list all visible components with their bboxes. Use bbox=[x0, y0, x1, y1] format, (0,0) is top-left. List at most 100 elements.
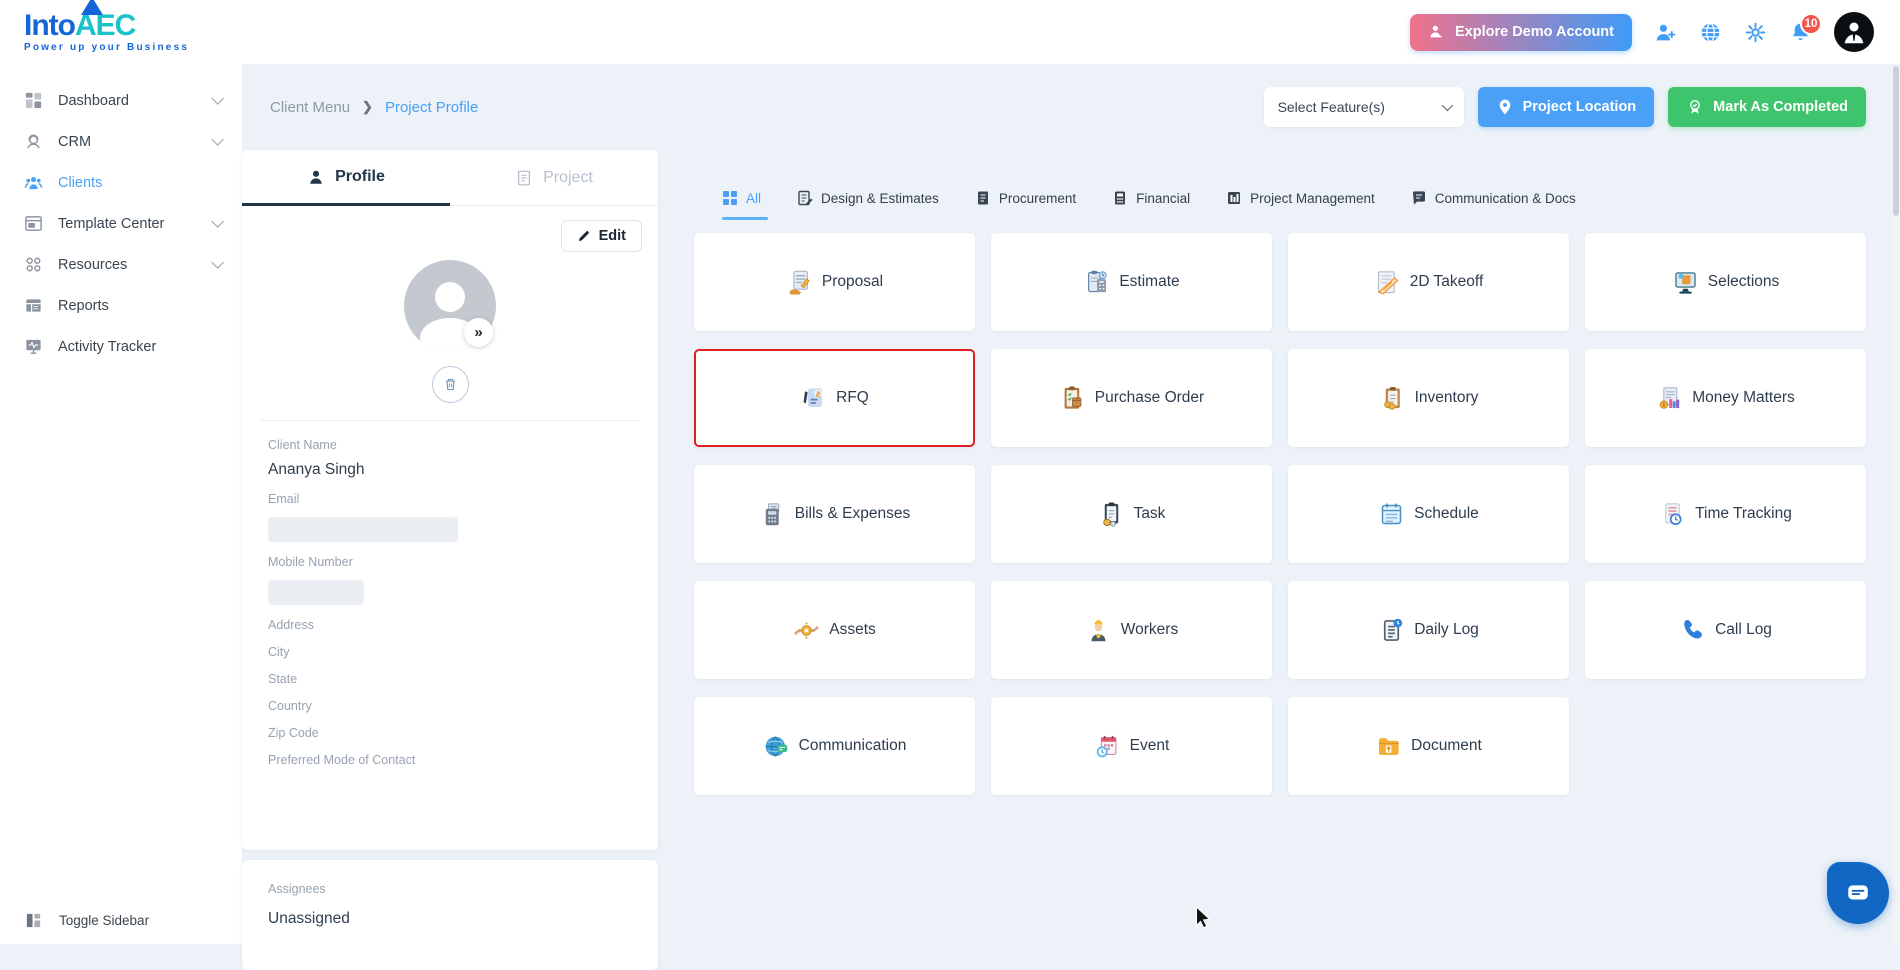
user-avatar[interactable] bbox=[1834, 12, 1874, 52]
chevron-down-icon bbox=[211, 133, 224, 146]
breadcrumb-client-menu[interactable]: Client Menu bbox=[270, 99, 350, 116]
inventory-icon bbox=[1379, 385, 1406, 412]
trash-icon bbox=[442, 376, 459, 393]
tab-all[interactable]: All bbox=[722, 190, 761, 220]
assignees-label: Assignees bbox=[268, 882, 632, 896]
feature-card-time-tracking[interactable]: Time Tracking bbox=[1585, 465, 1866, 563]
feature-card-purchase-order[interactable]: Purchase Order bbox=[991, 349, 1272, 447]
tab-design-estimates[interactable]: Design & Estimates bbox=[797, 190, 939, 220]
selections-icon bbox=[1672, 269, 1699, 296]
dashboard-grid-icon bbox=[24, 91, 43, 110]
tab-communication-docs[interactable]: Communication & Docs bbox=[1411, 190, 1576, 220]
sidebar-item-activity-tracker[interactable]: Activity Tracker bbox=[0, 326, 242, 367]
assets-icon bbox=[793, 617, 820, 644]
feature-card-bills-expenses[interactable]: Bills & Expenses bbox=[694, 465, 975, 563]
sidebar-label: Activity Tracker bbox=[58, 339, 220, 355]
field-label-client-name: Client Name bbox=[268, 438, 632, 452]
chat-widget-button[interactable] bbox=[1827, 862, 1889, 924]
settings-gear-icon[interactable] bbox=[1744, 21, 1767, 44]
feature-card-estimate[interactable]: Estimate bbox=[991, 233, 1272, 331]
field-label-zip-code: Zip Code bbox=[268, 726, 632, 740]
event-icon bbox=[1094, 733, 1121, 760]
feature-card-inventory[interactable]: Inventory bbox=[1288, 349, 1569, 447]
toggle-sidebar-button[interactable]: Toggle Sidebar bbox=[0, 911, 242, 930]
estimate-icon bbox=[1083, 269, 1110, 296]
app-header: Into AEC Power up your Business Explore … bbox=[0, 0, 1900, 64]
sidebar-item-reports[interactable]: Reports bbox=[0, 285, 242, 326]
feature-card-rfq[interactable]: RFQ bbox=[694, 349, 975, 447]
bills-expenses-icon bbox=[759, 501, 786, 528]
field-value-mobile-redacted bbox=[268, 580, 364, 605]
scrollbar-thumb[interactable] bbox=[1893, 66, 1899, 216]
feature-card-money-matters[interactable]: Money Matters bbox=[1585, 349, 1866, 447]
reports-icon bbox=[24, 296, 43, 315]
field-label-email: Email bbox=[268, 492, 632, 506]
profile-person-icon bbox=[307, 168, 325, 186]
sidebar-label: Template Center bbox=[58, 216, 211, 232]
project-location-button[interactable]: Project Location bbox=[1478, 87, 1655, 127]
demo-person-icon bbox=[1428, 23, 1446, 41]
logo-text-aec: AEC bbox=[75, 11, 135, 41]
feature-card-selections[interactable]: Selections bbox=[1585, 233, 1866, 331]
financial-icon bbox=[1112, 190, 1128, 206]
breadcrumb: Client Menu ❯ Project Profile bbox=[270, 99, 478, 116]
toggle-sidebar-label: Toggle Sidebar bbox=[59, 913, 149, 928]
feature-card-2d-takeoff[interactable]: 2D Takeoff bbox=[1288, 233, 1569, 331]
tab-financial[interactable]: Financial bbox=[1112, 190, 1190, 220]
clients-icon bbox=[24, 173, 43, 192]
sidebar-item-clients[interactable]: Clients bbox=[0, 162, 242, 203]
breadcrumb-project-profile[interactable]: Project Profile bbox=[385, 99, 478, 116]
feature-card-call-log[interactable]: Call Log bbox=[1585, 581, 1866, 679]
sidebar-item-dashboard[interactable]: Dashboard bbox=[0, 80, 242, 121]
page-scrollbar[interactable] bbox=[1892, 64, 1900, 944]
tab-project-management[interactable]: Project Management bbox=[1226, 190, 1375, 220]
feature-card-event[interactable]: Event bbox=[991, 697, 1272, 795]
feature-card-proposal[interactable]: Proposal bbox=[694, 233, 975, 331]
notification-count-badge: 10 bbox=[1800, 13, 1822, 35]
location-pin-icon bbox=[1496, 98, 1514, 116]
crm-icon bbox=[24, 132, 43, 151]
tab-procurement[interactable]: Procurement bbox=[975, 190, 1076, 220]
toggle-sidebar-icon bbox=[24, 911, 43, 930]
sidebar-label: Resources bbox=[58, 257, 211, 273]
tab-profile[interactable]: Profile bbox=[242, 150, 450, 206]
sidebar-item-crm[interactable]: CRM bbox=[0, 121, 242, 162]
person-add-icon[interactable] bbox=[1654, 21, 1677, 44]
sidebar-label: Dashboard bbox=[58, 93, 211, 109]
delete-avatar-button[interactable] bbox=[432, 366, 469, 403]
logo-triangle-icon bbox=[81, 0, 103, 15]
schedule-icon bbox=[1378, 501, 1405, 528]
globe-icon[interactable] bbox=[1699, 21, 1722, 44]
feature-card-workers[interactable]: Workers bbox=[991, 581, 1272, 679]
sidebar-item-resources[interactable]: Resources bbox=[0, 244, 242, 285]
feature-card-document[interactable]: Document bbox=[1288, 697, 1569, 795]
edit-button[interactable]: Edit bbox=[561, 220, 642, 252]
sidebar-label: Reports bbox=[58, 298, 220, 314]
feature-card-task[interactable]: Task bbox=[991, 465, 1272, 563]
breadcrumb-chevron-icon: ❯ bbox=[362, 99, 373, 115]
logo-text-into: Into bbox=[24, 11, 75, 41]
field-label-mobile-number: Mobile Number bbox=[268, 555, 632, 569]
sidebar-item-template-center[interactable]: Template Center bbox=[0, 203, 242, 244]
avatar-next-button[interactable]: » bbox=[464, 318, 493, 347]
activity-icon bbox=[24, 337, 43, 356]
template-icon bbox=[24, 214, 43, 233]
feature-card-communication[interactable]: Communication bbox=[694, 697, 975, 795]
feature-card-schedule[interactable]: Schedule bbox=[1288, 465, 1569, 563]
call-log-icon bbox=[1679, 617, 1706, 644]
select-features-dropdown[interactable]: Select Feature(s) bbox=[1264, 87, 1464, 127]
time-tracking-icon bbox=[1659, 501, 1686, 528]
field-label-preferred-mode: Preferred Mode of Contact bbox=[268, 753, 632, 767]
explore-demo-account-button[interactable]: Explore Demo Account bbox=[1410, 14, 1632, 51]
notifications-bell-icon[interactable]: 10 bbox=[1789, 21, 1812, 44]
brand-logo[interactable]: Into AEC Power up your Business bbox=[24, 11, 189, 53]
tab-project[interactable]: Project bbox=[450, 150, 658, 206]
brand-tagline: Power up your Business bbox=[24, 43, 189, 53]
mark-as-completed-button[interactable]: Mark As Completed bbox=[1668, 87, 1866, 127]
feature-grid: Proposal Estimate 2D Takeoff Selections … bbox=[694, 233, 1866, 795]
feature-card-assets[interactable]: Assets bbox=[694, 581, 975, 679]
feature-card-daily-log[interactable]: Daily Log bbox=[1288, 581, 1569, 679]
chevron-down-icon bbox=[1441, 100, 1452, 111]
procurement-icon bbox=[975, 190, 991, 206]
pencil-icon bbox=[577, 229, 591, 243]
